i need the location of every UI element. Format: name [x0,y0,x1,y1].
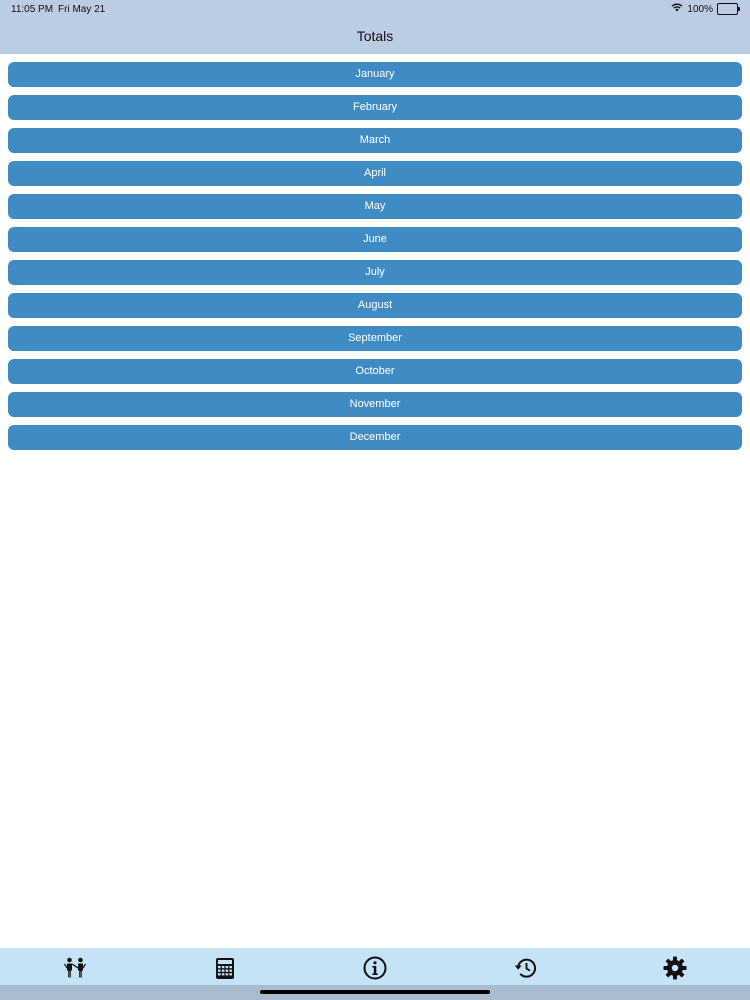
calculator-icon [215,957,235,980]
battery-percent: 100% [687,3,713,15]
month-list: January February March April May June Ju… [8,62,742,458]
tab-settings[interactable] [662,956,688,980]
month-button-september[interactable]: September [8,326,742,351]
gear-icon [663,956,687,980]
month-button-april[interactable]: April [8,161,742,186]
status-indicators: 100% [671,3,740,15]
info-icon [363,956,387,980]
history-icon [513,957,537,979]
navigation-header: 11:05 PM Fri May 21 100% Totals [0,0,750,54]
status-date: Fri May 21 [58,4,106,15]
tab-info[interactable] [362,956,388,980]
tab-calculator[interactable] [212,956,238,980]
month-button-january[interactable]: January [8,62,742,87]
status-time: 11:05 PM [11,4,54,15]
wifi-icon [671,3,683,15]
month-button-march[interactable]: March [8,128,742,153]
month-button-october[interactable]: October [8,359,742,384]
month-button-february[interactable]: February [8,95,742,120]
month-button-november[interactable]: November [8,392,742,417]
status-bar: 11:05 PM Fri May 21 100% [0,0,750,18]
tab-people[interactable] [62,956,88,980]
home-indicator[interactable] [260,990,490,994]
month-button-august[interactable]: August [8,293,742,318]
month-button-may[interactable]: May [8,194,742,219]
month-button-june[interactable]: June [8,227,742,252]
people-icon [63,957,87,979]
month-button-december[interactable]: December [8,425,742,450]
page-title: Totals [356,28,394,44]
battery-icon [717,3,740,15]
tab-history[interactable] [512,956,538,980]
month-button-july[interactable]: July [8,260,742,285]
